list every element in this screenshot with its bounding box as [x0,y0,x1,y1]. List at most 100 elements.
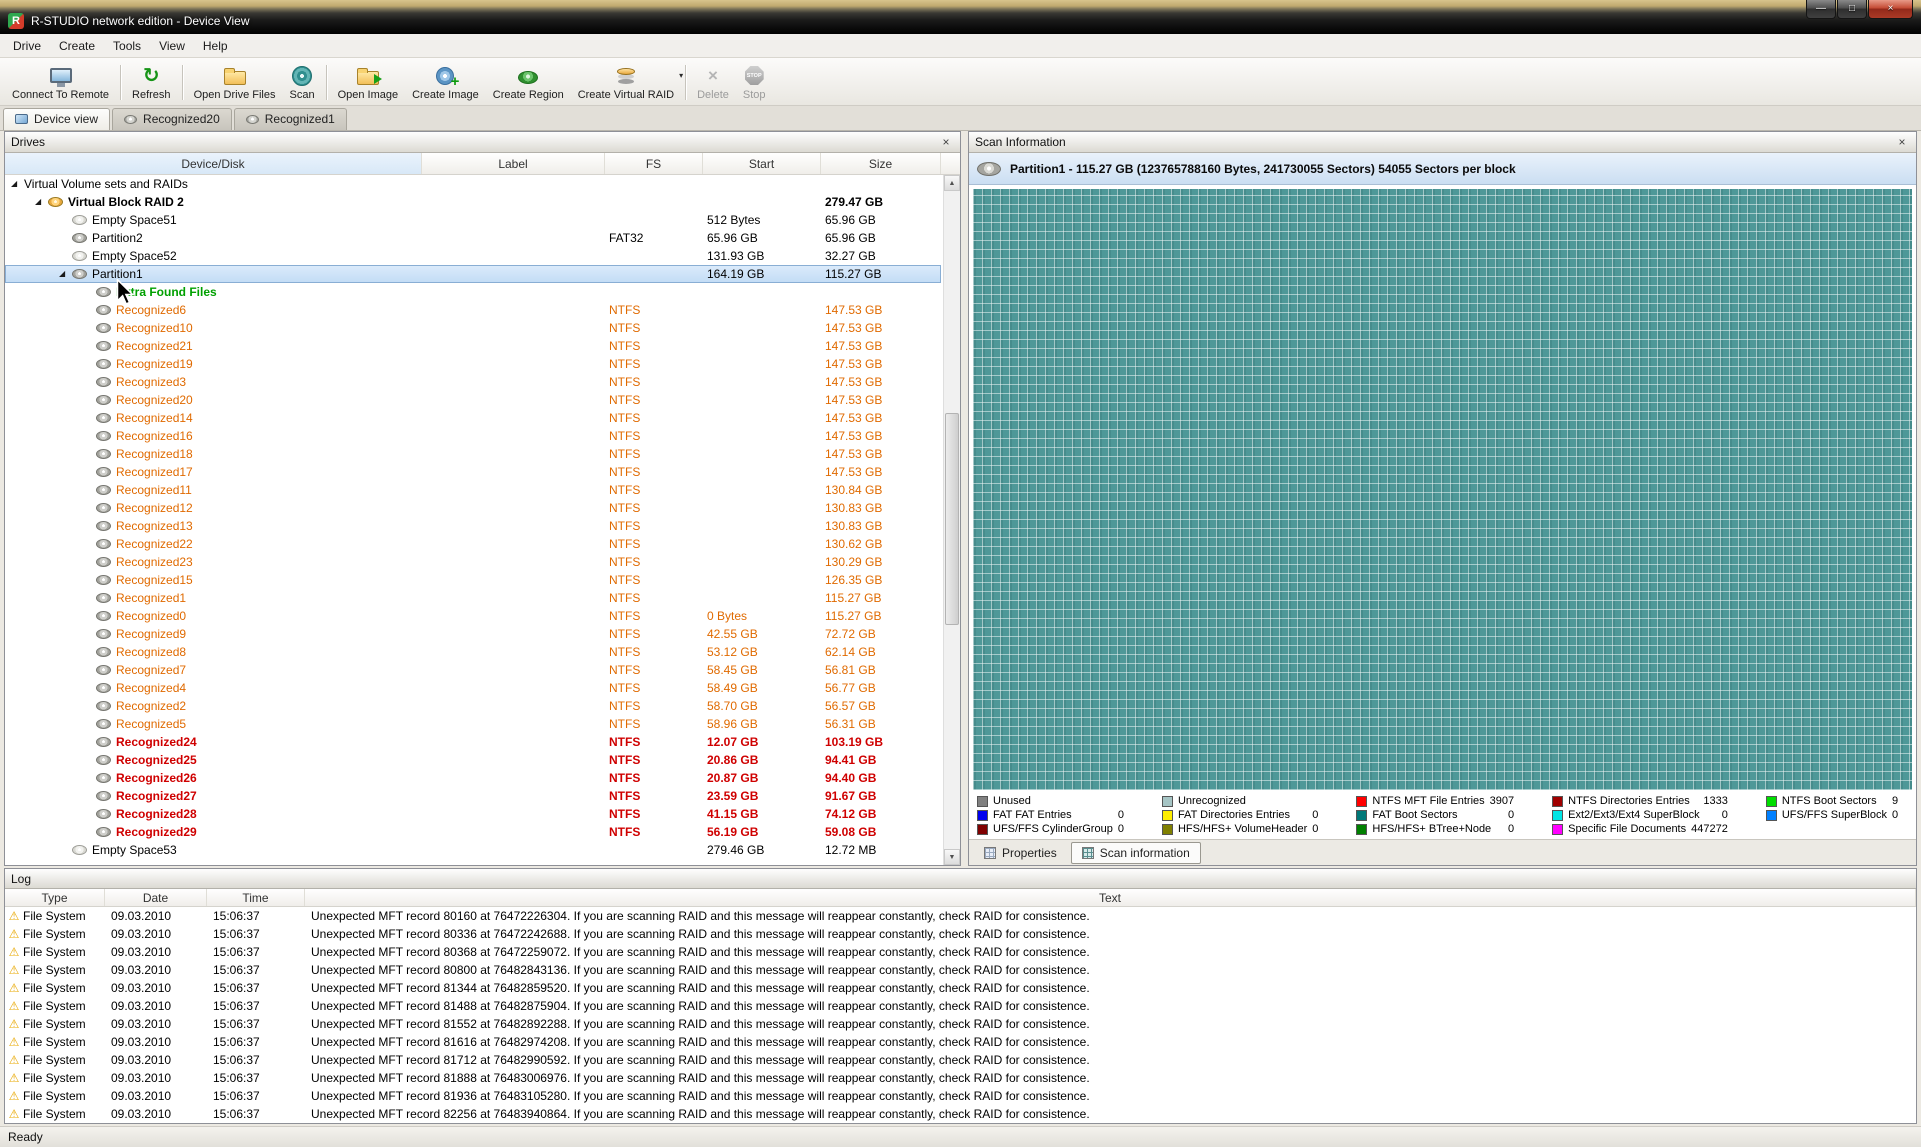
log-column-time[interactable]: Time [207,889,305,906]
drive-row-recognized22[interactable]: Recognized22NTFS130.62 GB [5,535,941,553]
expand-arrow-icon[interactable]: ◢ [11,175,24,193]
drive-row-recognized25[interactable]: Recognized25NTFS20.86 GB94.41 GB [5,751,941,769]
drive-row-recognized21[interactable]: Recognized21NTFS147.53 GB [5,337,941,355]
scroll-down-icon[interactable]: ▼ [944,849,960,865]
drive-row-recognized14[interactable]: Recognized14NTFS147.53 GB [5,409,941,427]
log-column-type[interactable]: Type [5,889,105,906]
scan-button[interactable]: Scan [282,60,321,105]
menu-item-create[interactable]: Create [50,35,104,57]
expand-arrow-icon[interactable]: ◢ [35,193,48,211]
column-header-label[interactable]: Label [422,153,605,174]
drive-row-recognized11[interactable]: Recognized11NTFS130.84 GB [5,481,941,499]
scan-map[interactable] [973,189,1912,790]
drive-row-partition1[interactable]: ◢Partition1164.19 GB115.27 GB [5,265,941,283]
legend-label: HFS/HFS+ VolumeHeader [1178,823,1307,835]
drive-row-recognized1[interactable]: Recognized1NTFS115.27 GB [5,589,941,607]
drive-row-recognized28[interactable]: Recognized28NTFS41.15 GB74.12 GB [5,805,941,823]
drive-row-empty-space52[interactable]: Empty Space52131.93 GB32.27 GB [5,247,941,265]
drive-row-virtual-block-raid-2[interactable]: ◢Virtual Block RAID 2279.47 GB [5,193,941,211]
create-region-button[interactable]: Create Region [486,60,571,105]
drive-row-recognized6[interactable]: Recognized6NTFS147.53 GB [5,301,941,319]
menu-item-help[interactable]: Help [194,35,237,57]
create-virtual-raid-button[interactable]: Create Virtual RAID▾ [571,60,681,105]
log-row[interactable]: ⚠File System09.03.201015:06:37Unexpected… [5,1051,1916,1069]
log-row[interactable]: ⚠File System09.03.201015:06:37Unexpected… [5,1105,1916,1123]
log-row[interactable]: ⚠File System09.03.201015:06:37Unexpected… [5,1033,1916,1051]
drives-scrollbar[interactable]: ▲ ▼ [943,175,960,865]
column-header-start[interactable]: Start [703,153,821,174]
scan-close-icon[interactable]: × [1894,135,1910,149]
log-row[interactable]: ⚠File System09.03.201015:06:37Unexpected… [5,979,1916,997]
drive-row-recognized0[interactable]: Recognized0NTFS0 Bytes115.27 GB [5,607,941,625]
tab-recognized1[interactable]: Recognized1 [234,108,347,130]
drive-row-recognized17[interactable]: Recognized17NTFS147.53 GB [5,463,941,481]
drive-row-recognized3[interactable]: Recognized3NTFS147.53 GB [5,373,941,391]
drive-label: Recognized22 [116,535,193,553]
log-row[interactable]: ⚠File System09.03.201015:06:37Unexpected… [5,907,1916,925]
drive-row-empty-space51[interactable]: Empty Space51512 Bytes65.96 GB [5,211,941,229]
log-row[interactable]: ⚠File System09.03.201015:06:37Unexpected… [5,961,1916,979]
column-header-fs[interactable]: FS [605,153,703,174]
drive-row-partition2[interactable]: Partition2FAT3265.96 GB65.96 GB [5,229,941,247]
log-column-date[interactable]: Date [105,889,207,906]
drive-row-recognized23[interactable]: Recognized23NTFS130.29 GB [5,553,941,571]
drive-row-recognized26[interactable]: Recognized26NTFS20.87 GB94.40 GB [5,769,941,787]
drive-row-extra-found-files[interactable]: Extra Found Files [5,283,941,301]
log-row[interactable]: ⚠File System09.03.201015:06:37Unexpected… [5,1069,1916,1087]
drive-label: Recognized20 [116,391,193,409]
close-button[interactable]: × [1868,0,1913,19]
scroll-thumb[interactable] [945,413,959,625]
drive-row-empty-space53[interactable]: Empty Space53279.46 GB12.72 MB [5,841,941,859]
drive-row-recognized5[interactable]: Recognized5NTFS58.96 GB56.31 GB [5,715,941,733]
drive-row-recognized19[interactable]: Recognized19NTFS147.53 GB [5,355,941,373]
tab-label: Recognized1 [265,112,335,126]
drive-row-recognized10[interactable]: Recognized10NTFS147.53 GB [5,319,941,337]
log-column-header: TypeDateTimeText [5,889,1916,907]
drive-row-virtual-volume-sets-and-raids[interactable]: ◢Virtual Volume sets and RAIDs [5,175,941,193]
drive-row-recognized20[interactable]: Recognized20NTFS147.53 GB [5,391,941,409]
drive-row-recognized24[interactable]: Recognized24NTFS12.07 GB103.19 GB [5,733,941,751]
log-column-text[interactable]: Text [305,889,1916,906]
drive-row-recognized13[interactable]: Recognized13NTFS130.83 GB [5,517,941,535]
disk-icon [124,115,137,124]
column-header-size[interactable]: Size [821,153,941,174]
menu-item-view[interactable]: View [150,35,194,57]
tab-properties[interactable]: Properties [973,842,1068,864]
drive-row-recognized27[interactable]: Recognized27NTFS23.59 GB91.67 GB [5,787,941,805]
drive-row-recognized12[interactable]: Recognized12NTFS130.83 GB [5,499,941,517]
refresh-button[interactable]: ↻Refresh [125,60,178,105]
drives-close-icon[interactable]: × [938,135,954,149]
log-date: 09.03.2010 [105,943,207,961]
log-row[interactable]: ⚠File System09.03.201015:06:37Unexpected… [5,1015,1916,1033]
drive-row-recognized8[interactable]: Recognized8NTFS53.12 GB62.14 GB [5,643,941,661]
drive-row-recognized16[interactable]: Recognized16NTFS147.53 GB [5,427,941,445]
open-drive-files-button[interactable]: Open Drive Files [187,60,283,105]
drive-row-recognized2[interactable]: Recognized2NTFS58.70 GB56.57 GB [5,697,941,715]
drive-row-recognized15[interactable]: Recognized15NTFS126.35 GB [5,571,941,589]
connect-to-remote-button[interactable]: Connect To Remote [5,60,116,105]
title-bar[interactable]: R R-STUDIO network edition - Device View… [0,0,1921,34]
expand-arrow-icon[interactable]: ◢ [59,265,72,283]
maximize-button[interactable]: □ [1837,0,1867,19]
tab-scan-information[interactable]: Scan information [1071,842,1201,864]
dropdown-arrow-icon[interactable]: ▾ [679,71,683,80]
tab-device-view[interactable]: Device view [3,108,110,130]
column-header-device-disk[interactable]: Device/Disk [5,153,422,174]
log-row[interactable]: ⚠File System09.03.201015:06:37Unexpected… [5,1087,1916,1105]
drive-row-recognized7[interactable]: Recognized7NTFS58.45 GB56.81 GB [5,661,941,679]
drive-row-recognized4[interactable]: Recognized4NTFS58.49 GB56.77 GB [5,679,941,697]
legend-count: 447272 [1691,823,1756,835]
open-image-button[interactable]: Open Image [331,60,406,105]
minimize-button[interactable]: — [1806,0,1836,19]
create-image-button[interactable]: Create Image [405,60,486,105]
drive-row-recognized29[interactable]: Recognized29NTFS56.19 GB59.08 GB [5,823,941,841]
drive-row-recognized9[interactable]: Recognized9NTFS42.55 GB72.72 GB [5,625,941,643]
log-row[interactable]: ⚠File System09.03.201015:06:37Unexpected… [5,997,1916,1015]
drive-row-recognized18[interactable]: Recognized18NTFS147.53 GB [5,445,941,463]
tab-recognized20[interactable]: Recognized20 [112,108,232,130]
menu-item-drive[interactable]: Drive [4,35,50,57]
menu-item-tools[interactable]: Tools [104,35,150,57]
scroll-up-icon[interactable]: ▲ [944,175,960,191]
log-row[interactable]: ⚠File System09.03.201015:06:37Unexpected… [5,943,1916,961]
log-row[interactable]: ⚠File System09.03.201015:06:37Unexpected… [5,925,1916,943]
